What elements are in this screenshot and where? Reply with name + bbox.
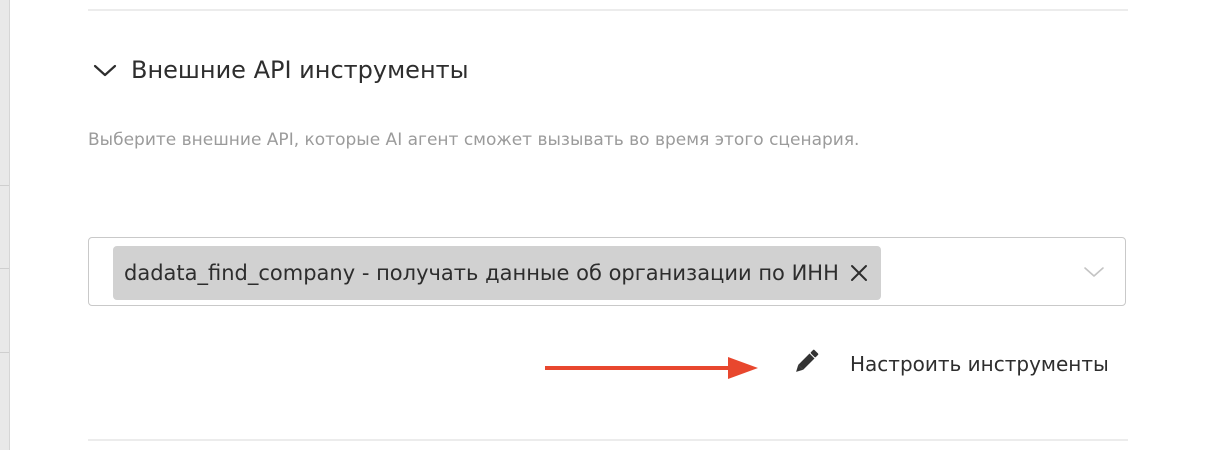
- panel-edge-divider: [0, 352, 9, 353]
- section-description: Выберите внешние API, которые AI агент с…: [88, 130, 860, 150]
- close-icon[interactable]: [849, 263, 869, 283]
- section-title: Внешние API инструменты: [131, 56, 469, 84]
- configure-tools-label: Настроить инструменты: [850, 352, 1109, 376]
- selected-tool-label: dadata_find_company - получать данные об…: [124, 261, 839, 285]
- api-tools-select[interactable]: dadata_find_company - получать данные об…: [88, 237, 1126, 306]
- configure-tools-button[interactable]: Настроить инструменты: [790, 346, 1109, 382]
- top-divider: [88, 9, 1128, 11]
- panel-edge-divider: [0, 268, 9, 269]
- arrow-right-icon: [545, 354, 760, 386]
- pencil-icon: [790, 346, 822, 382]
- selected-tool-tag: dadata_find_company - получать данные об…: [113, 246, 881, 300]
- left-panel-edge: [0, 0, 10, 450]
- bottom-divider: [88, 439, 1128, 441]
- panel-edge-divider: [0, 185, 9, 186]
- chevron-down-icon[interactable]: [1083, 264, 1105, 283]
- chevron-down-icon: [92, 62, 118, 78]
- section-toggle[interactable]: Внешние API инструменты: [92, 50, 469, 90]
